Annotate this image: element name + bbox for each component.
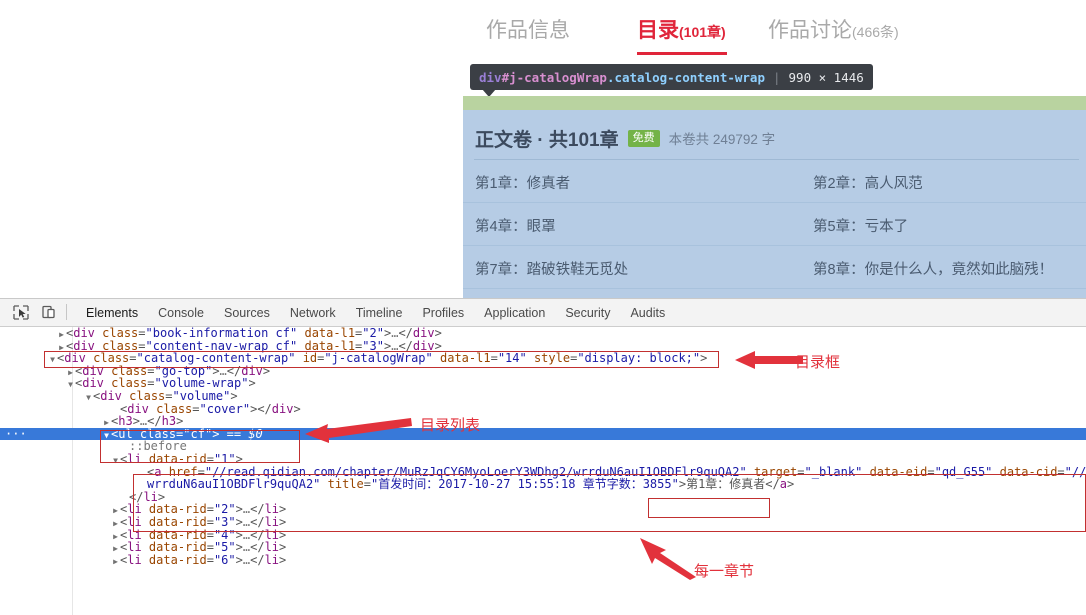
tab-discussion-count: (466条) <box>852 24 899 40</box>
tab-catalog-label: 目录 <box>637 19 679 42</box>
active-tab-underline <box>637 52 727 55</box>
dom-tree[interactable]: ▶ <div class="book-information cf" data-l… <box>0 327 1086 615</box>
tooltip-element-class: .catalog-content-wrap <box>606 69 765 85</box>
chapter-list: 第1章：修真者 第2章：高人风范 第4章：眼罩 第5章：亏本了 第7章：踏破铁鞋无觅处第… <box>463 160 1086 298</box>
chapter-link[interactable]: 第5章：亏本了 <box>813 215 908 236</box>
free-badge: 免费 <box>627 129 660 147</box>
tooltip-element-id: #j-catalogWrap <box>501 69 607 85</box>
devtools-tab-elements[interactable]: Elements <box>76 306 148 320</box>
tooltip-separator: | <box>772 69 781 85</box>
devtools-tab-audits[interactable]: Audits <box>620 306 675 320</box>
chapter-row: 第1章：修真者 第2章：高人风范 <box>463 160 1086 203</box>
chapter-row: 第7章：踏破铁鞋无觅处 第8章：你是什么人，竟然如此脑残！ <box>463 246 1086 289</box>
devtools-tab-timeline[interactable]: Timeline <box>346 306 413 320</box>
chapter-link[interactable]: 第2章：高人风范 <box>813 172 923 193</box>
chapter-link[interactable]: 第8章：你是什么人，竟然如此脑残！ <box>813 258 1053 279</box>
annotation-label-catalog-box: 目录框 <box>795 354 841 371</box>
devtools-tab-profiles[interactable]: Profiles <box>412 306 474 320</box>
tab-discussion-label: 作品讨论 <box>768 19 852 42</box>
tab-book-info-label: 作品信息 <box>486 19 570 42</box>
tooltip-element-size: 990 × 1446 <box>788 69 864 85</box>
chapter-link[interactable]: 第7章：踏破铁鞋无觅处 <box>475 258 628 279</box>
toolbar-divider <box>66 304 67 320</box>
devtools-tab-application[interactable]: Application <box>474 306 555 320</box>
volume-header: 正文卷 · 共101章 免费 本卷共 249792 字 <box>475 123 775 153</box>
devtools-tab-bar: Elements Console Sources Network Timeline Pro… <box>76 299 675 326</box>
devtools-tab-security[interactable]: Security <box>555 306 620 320</box>
volume-word-count: 本卷共 249792 字 <box>668 132 776 147</box>
chapter-row: 第10章：灵币大爆炸第11章：定个小目标 <box>463 289 1086 298</box>
catalog-content-wrap-highlight: 正文卷 · 共101章 免费 本卷共 249792 字 第1章：修真者 第2章：高… <box>463 96 1086 298</box>
tooltip-tag-name: div <box>479 69 502 85</box>
devtools-tab-sources[interactable]: Sources <box>214 306 280 320</box>
chapter-link[interactable]: 第4章：眼罩 <box>475 215 556 236</box>
dom-line[interactable]: ▶ <li data-rid="6">…</li> <box>0 553 1086 569</box>
highlight-margin-band <box>463 96 1086 110</box>
disclosure-triangle[interactable]: ▶ <box>111 556 120 569</box>
devtools-panel: Elements Console Sources Network Timeline Pro… <box>0 298 1086 615</box>
device-toolbar-icon[interactable] <box>40 304 58 321</box>
inspect-element-icon[interactable] <box>12 304 30 321</box>
annotation-label-catalog-list: 目录列表 <box>420 417 481 434</box>
volume-title: 正文卷 · 共101章 <box>475 129 619 151</box>
devtools-tab-console[interactable]: Console <box>148 306 214 320</box>
browser-page-area: 作品信息 目录(101章) 作品讨论(466条) div #j-catalogWr… <box>0 0 1086 298</box>
tab-book-info[interactable]: 作品信息 <box>486 16 570 47</box>
inspector-tooltip: div #j-catalogWrap .catalog-content-wrap |… <box>470 64 873 90</box>
tab-catalog-count: (101章) <box>679 24 726 40</box>
annotation-label-each-chapter: 每一章节 <box>694 563 755 580</box>
chapter-link[interactable]: 第1章：修真者 <box>475 172 570 193</box>
devtools-toolbar: Elements Console Sources Network Timeline Pro… <box>0 299 1086 327</box>
tab-discussion[interactable]: 作品讨论(466条) <box>768 16 899 47</box>
chapter-row: 第4章：眼罩 第5章：亏本了 <box>463 203 1086 246</box>
devtools-tab-network[interactable]: Network <box>280 306 346 320</box>
tab-catalog[interactable]: 目录(101章) <box>637 16 726 47</box>
